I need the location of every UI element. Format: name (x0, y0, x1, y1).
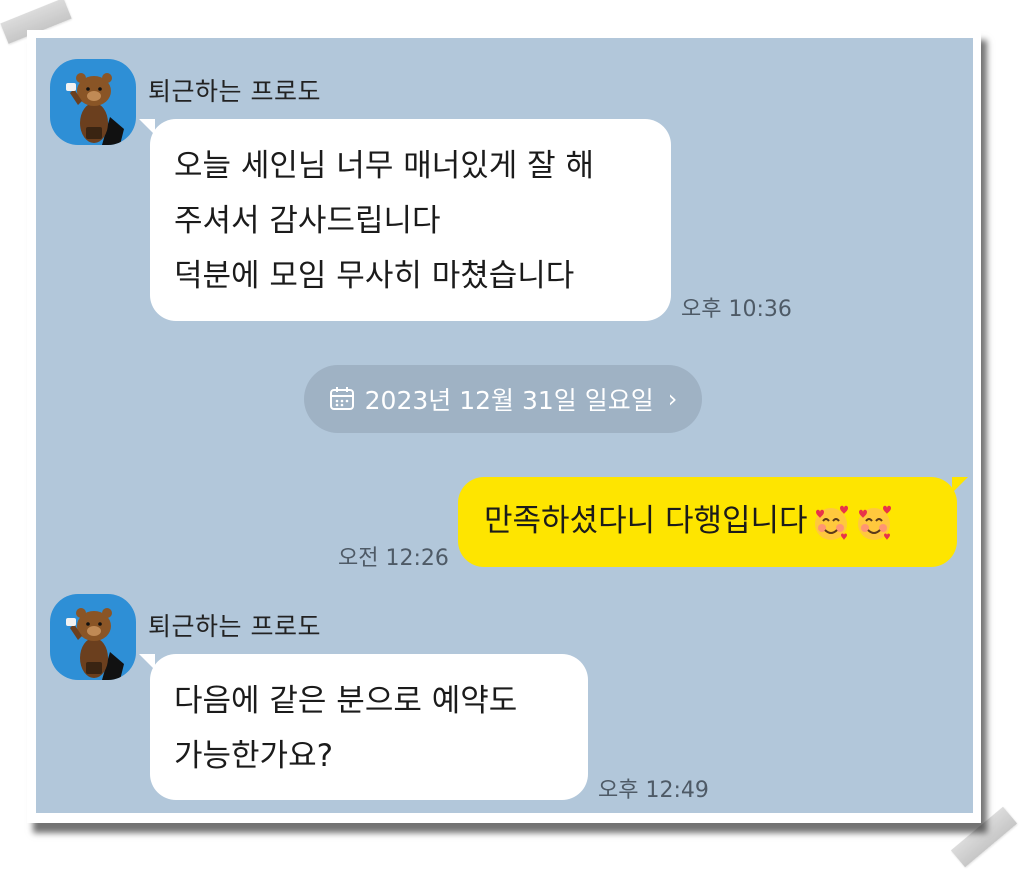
message-line: 다음에 같은 분으로 예약도 (174, 683, 518, 719)
avatar[interactable] (50, 59, 136, 145)
chevron-right-icon: › (667, 385, 678, 413)
message-time: 오후 12:49 (598, 778, 709, 803)
message-bubble[interactable]: 다음에 같은 분으로 예약도 가능한가요? (139, 654, 588, 800)
bubble-tail (139, 654, 155, 670)
calendar-icon (329, 387, 354, 410)
sender-name: 퇴근하는 프로도 (148, 612, 321, 641)
message-line: 주셔서 감사드립니다 (174, 203, 441, 239)
message-line: 가능한가요? (174, 738, 334, 774)
bubble-tail (952, 477, 968, 493)
sender-name: 퇴근하는 프로도 (148, 77, 321, 106)
date-label: 2023년 12월 31일 일요일 (364, 386, 654, 415)
bubble-tail (139, 119, 155, 135)
message-time: 오전 12:26 (338, 546, 449, 571)
message-line: 만족하셨다니 다행입니다 (484, 503, 808, 539)
date-divider[interactable]: 2023년 12월 31일 일요일 › (304, 365, 702, 433)
message-bubble[interactable]: 오늘 세인님 너무 매너있게 잘 해 주셔서 감사드립니다 덕분에 모임 무사히… (139, 119, 671, 321)
bear-avatar-icon (66, 608, 124, 680)
smiling-face-with-hearts-icon (814, 505, 848, 540)
smiling-face-with-hearts-icon (857, 505, 891, 540)
chat-room[interactable]: 퇴근하는 프로도 오늘 세인님 너무 매너있게 잘 해 주셔서 감사드립니다 덕… (36, 38, 973, 813)
message-line: 오늘 세인님 너무 매너있게 잘 해 (174, 148, 595, 184)
my-message-bubble[interactable]: 만족하셨다니 다행입니다 (458, 477, 968, 567)
avatar[interactable] (50, 594, 136, 680)
message-time: 오후 10:36 (681, 297, 792, 322)
message-line: 덕분에 모임 무사히 마쳤습니다 (174, 258, 575, 294)
bear-avatar-icon (66, 73, 124, 145)
